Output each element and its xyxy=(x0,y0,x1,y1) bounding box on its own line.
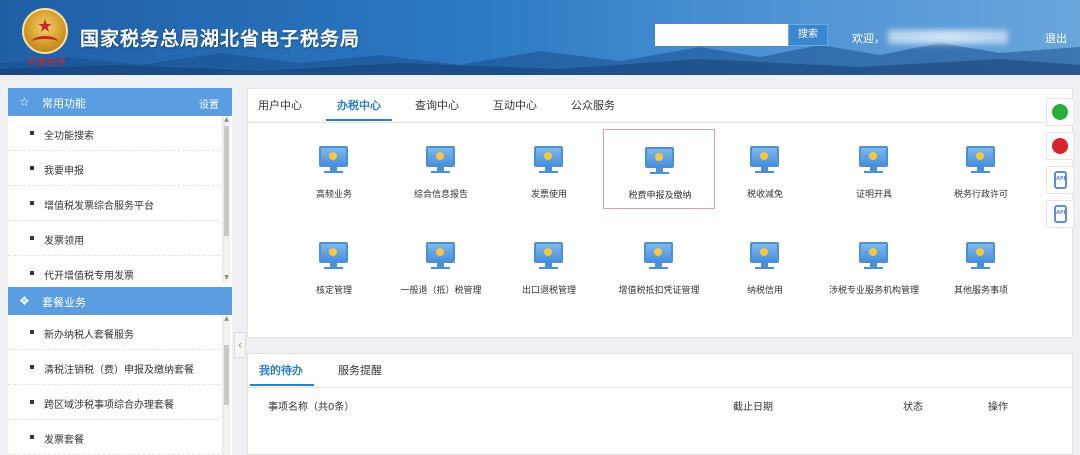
todo-panel: 我的待办 服务提醒 事项名称（共0条） 截止日期 状态 操作 xyxy=(247,353,1073,455)
active-tab-indicator xyxy=(326,119,392,121)
tab-interaction-center[interactable]: 互动中心 xyxy=(493,97,537,113)
column-header-item-name: 事项名称（共0条） xyxy=(268,402,355,413)
app-download-button[interactable]: APP xyxy=(1046,166,1074,194)
service-tile[interactable]: 核定管理 xyxy=(278,225,390,305)
monitor-icon xyxy=(750,146,779,167)
service-tile[interactable]: 涉税专业服务机构管理 xyxy=(818,225,930,305)
bullet-icon xyxy=(30,365,34,369)
collapse-sidebar-button[interactable]: ‹ xyxy=(234,332,246,358)
monitor-icon xyxy=(534,242,563,263)
scroll-thumb[interactable] xyxy=(224,126,229,236)
site-header: 中国税务 国家税务总局湖北省电子税务局 搜索 欢迎， 退出 xyxy=(0,0,1080,75)
bullet-icon xyxy=(30,236,34,240)
wechat-button[interactable] xyxy=(1046,98,1074,126)
bullet-icon xyxy=(30,131,34,135)
column-header-deadline: 截止日期 xyxy=(733,402,773,413)
tab-public-service[interactable]: 公众服务 xyxy=(571,97,615,113)
sidebar: ☆ 常用功能 设置 全功能搜索 我要申报 增值税发票综合服务平台 发票领用 代开… xyxy=(8,88,232,455)
weibo-icon xyxy=(1052,138,1068,154)
common-list: 全功能搜索 我要申报 增值税发票综合服务平台 发票领用 代开增值税专用发票 ▲ … xyxy=(8,116,232,291)
monitor-icon xyxy=(859,242,888,263)
sidebar-item[interactable]: 发票领用 xyxy=(8,221,220,256)
monitor-icon xyxy=(426,146,455,167)
bullet-icon xyxy=(30,271,34,275)
monitor-icon xyxy=(645,147,674,168)
app-icon: APP xyxy=(1054,205,1067,223)
monitor-icon xyxy=(966,242,995,263)
monitor-icon xyxy=(319,146,348,167)
bullet-icon xyxy=(30,166,34,170)
star-icon: ☆ xyxy=(19,95,30,109)
active-tab-indicator xyxy=(250,384,314,386)
scrollbar[interactable]: ▲ ▼ xyxy=(222,116,230,283)
username-blurred xyxy=(888,30,1008,44)
service-tile[interactable]: 税收减免 xyxy=(709,129,821,209)
service-tile[interactable]: 发票使用 xyxy=(493,129,605,209)
package-list: 新办纳税人套餐服务 清税注销税（费）申报及缴纳套餐 跨区域涉税事项综合办理套餐 … xyxy=(8,315,232,455)
scroll-down-icon[interactable]: ▼ xyxy=(223,274,230,282)
sidebar-section-title: 常用功能 xyxy=(42,97,86,110)
search-button[interactable]: 搜索 xyxy=(788,24,828,46)
search-input[interactable] xyxy=(655,24,788,46)
monitor-icon xyxy=(319,242,348,263)
main-tabs: 用户中心 办税中心 查询中心 互动中心 公众服务 xyxy=(248,89,1072,123)
service-tile[interactable]: 其他服务事项 xyxy=(925,225,1037,305)
tab-query-center[interactable]: 查询中心 xyxy=(415,97,459,113)
service-tile[interactable]: 纳税信用 xyxy=(709,225,821,305)
monitor-icon xyxy=(534,146,563,167)
sidebar-section-common[interactable]: ☆ 常用功能 设置 xyxy=(8,88,232,116)
monitor-icon xyxy=(426,242,455,263)
tab-my-todo[interactable]: 我的待办 xyxy=(259,362,303,378)
service-tile[interactable]: 一般退（抵）税管理 xyxy=(385,225,497,305)
service-tile[interactable]: 证明开具 xyxy=(818,129,930,209)
wechat-icon xyxy=(1052,104,1068,120)
tab-service-reminder[interactable]: 服务提醒 xyxy=(338,362,382,378)
todo-tabs: 我的待办 服务提醒 xyxy=(248,354,1072,388)
tab-user-center[interactable]: 用户中心 xyxy=(258,97,302,113)
column-header-status: 状态 xyxy=(903,402,923,413)
signature-logo: 中国税务 xyxy=(26,58,67,68)
sidebar-item[interactable]: 增值税发票综合服务平台 xyxy=(8,186,220,221)
cube-icon: ❖ xyxy=(19,294,30,308)
service-tile[interactable]: 综合信息报告 xyxy=(385,129,497,209)
welcome-text: 欢迎， xyxy=(852,32,885,45)
column-header-action: 操作 xyxy=(988,402,1008,413)
bullet-icon xyxy=(30,201,34,205)
monitor-icon xyxy=(859,146,888,167)
monitor-icon xyxy=(966,146,995,167)
sidebar-item[interactable]: 发票套餐 xyxy=(8,420,220,455)
scroll-up-icon[interactable]: ▲ xyxy=(223,116,230,124)
logout-link[interactable]: 退出 xyxy=(1045,30,1067,46)
sidebar-item[interactable]: 新办纳税人套餐服务 xyxy=(8,315,220,350)
monitor-icon xyxy=(644,242,673,263)
bullet-icon xyxy=(30,330,34,334)
main-panel: 用户中心 办税中心 查询中心 互动中心 公众服务 高频业务 综合信息报告 发票使… xyxy=(247,88,1073,338)
app-icon: APP xyxy=(1054,171,1067,189)
sidebar-item[interactable]: 跨区域涉税事项综合办理套餐 xyxy=(8,385,220,420)
settings-link[interactable]: 设置 xyxy=(199,96,219,111)
sidebar-item[interactable]: 代开增值税专用发票 xyxy=(8,256,220,291)
service-tile[interactable]: 出口退税管理 xyxy=(493,225,605,305)
weibo-button[interactable] xyxy=(1046,132,1074,160)
scroll-thumb[interactable] xyxy=(224,345,229,405)
site-title: 国家税务总局湖北省电子税务局 xyxy=(80,28,361,50)
monitor-icon xyxy=(750,242,779,263)
bullet-icon xyxy=(30,400,34,404)
sidebar-section-package[interactable]: ❖ 套餐业务 xyxy=(8,287,232,315)
service-tile-selected[interactable]: 税费申报及缴纳 xyxy=(603,129,715,209)
sidebar-item[interactable]: 清税注销税（费）申报及缴纳套餐 xyxy=(8,350,220,385)
sidebar-item[interactable]: 我要申报 xyxy=(8,151,220,186)
app-download-button-2[interactable]: APP xyxy=(1046,200,1074,228)
sidebar-item[interactable]: 全功能搜索 xyxy=(8,116,220,151)
service-tile[interactable]: 增值税抵扣凭证管理 xyxy=(603,225,715,305)
national-emblem-icon xyxy=(22,8,68,54)
tab-tax-center[interactable]: 办税中心 xyxy=(337,97,381,113)
scrollbar[interactable]: ▲ xyxy=(222,315,230,455)
service-tile[interactable]: 高频业务 xyxy=(278,129,390,209)
bullet-icon xyxy=(30,435,34,439)
service-tile[interactable]: 税务行政许可 xyxy=(925,129,1037,209)
sidebar-section-title: 套餐业务 xyxy=(42,296,86,309)
scroll-up-icon[interactable]: ▲ xyxy=(223,315,230,323)
